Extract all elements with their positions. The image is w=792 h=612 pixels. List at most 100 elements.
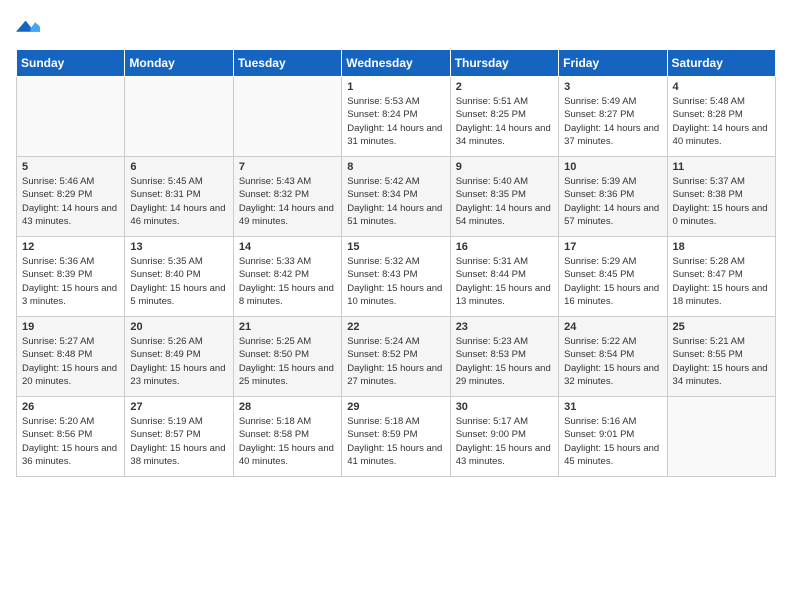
weekday-header-monday: Monday	[125, 50, 233, 77]
day-number: 24	[564, 321, 661, 333]
day-number: 8	[347, 161, 444, 173]
day-info-line: Sunset: 8:56 PM	[22, 428, 119, 441]
day-number: 13	[130, 241, 227, 253]
day-number: 27	[130, 401, 227, 413]
day-number: 5	[22, 161, 119, 173]
calendar-cell: 10Sunrise: 5:39 AMSunset: 8:36 PMDayligh…	[559, 157, 667, 237]
day-info-line: Daylight: 15 hours and 3 minutes.	[22, 282, 119, 309]
day-info-line: Daylight: 14 hours and 37 minutes.	[564, 122, 661, 149]
day-info-line: Daylight: 14 hours and 43 minutes.	[22, 202, 119, 229]
day-info: Sunrise: 5:40 AMSunset: 8:35 PMDaylight:…	[456, 175, 553, 228]
day-number: 31	[564, 401, 661, 413]
logo-icon	[16, 17, 40, 37]
day-info: Sunrise: 5:22 AMSunset: 8:54 PMDaylight:…	[564, 335, 661, 388]
day-info-line: Sunset: 8:38 PM	[673, 188, 770, 201]
page-header	[16, 16, 776, 37]
day-number: 3	[564, 81, 661, 93]
day-info-line: Sunrise: 5:36 AM	[22, 255, 119, 268]
day-info-line: Daylight: 15 hours and 40 minutes.	[239, 442, 336, 469]
day-number: 11	[673, 161, 770, 173]
day-info: Sunrise: 5:27 AMSunset: 8:48 PMDaylight:…	[22, 335, 119, 388]
day-info-line: Sunrise: 5:18 AM	[239, 415, 336, 428]
day-info-line: Sunset: 8:57 PM	[130, 428, 227, 441]
day-number: 22	[347, 321, 444, 333]
calendar-cell: 7Sunrise: 5:43 AMSunset: 8:32 PMDaylight…	[233, 157, 341, 237]
calendar-cell: 19Sunrise: 5:27 AMSunset: 8:48 PMDayligh…	[17, 317, 125, 397]
day-info-line: Sunset: 9:01 PM	[564, 428, 661, 441]
day-info: Sunrise: 5:29 AMSunset: 8:45 PMDaylight:…	[564, 255, 661, 308]
day-info-line: Sunrise: 5:46 AM	[22, 175, 119, 188]
calendar-cell: 27Sunrise: 5:19 AMSunset: 8:57 PMDayligh…	[125, 397, 233, 477]
day-info: Sunrise: 5:18 AMSunset: 8:59 PMDaylight:…	[347, 415, 444, 468]
day-info-line: Sunset: 8:29 PM	[22, 188, 119, 201]
day-info-line: Sunrise: 5:22 AM	[564, 335, 661, 348]
day-info-line: Daylight: 14 hours and 51 minutes.	[347, 202, 444, 229]
day-info-line: Sunset: 8:39 PM	[22, 268, 119, 281]
day-number: 26	[22, 401, 119, 413]
day-info-line: Sunset: 8:58 PM	[239, 428, 336, 441]
day-number: 17	[564, 241, 661, 253]
day-info-line: Sunset: 8:45 PM	[564, 268, 661, 281]
day-info-line: Sunset: 8:32 PM	[239, 188, 336, 201]
calendar-cell: 5 Sunrise: 5:46 AMSunset: 8:29 PMDaylight…	[17, 157, 125, 237]
day-number: 29	[347, 401, 444, 413]
calendar-cell: 3Sunrise: 5:49 AMSunset: 8:27 PMDaylight…	[559, 77, 667, 157]
day-info-line: Daylight: 15 hours and 13 minutes.	[456, 282, 553, 309]
day-info-line: Sunset: 8:44 PM	[456, 268, 553, 281]
day-info-line: Sunset: 8:40 PM	[130, 268, 227, 281]
day-info: Sunrise: 5:32 AMSunset: 8:43 PMDaylight:…	[347, 255, 444, 308]
day-number: 4	[673, 81, 770, 93]
calendar-cell: 22Sunrise: 5:24 AMSunset: 8:52 PMDayligh…	[342, 317, 450, 397]
logo	[16, 16, 44, 37]
day-info: Sunrise: 5:45 AMSunset: 8:31 PMDaylight:…	[130, 175, 227, 228]
day-info-line: Sunset: 8:34 PM	[347, 188, 444, 201]
day-info-line: Daylight: 14 hours and 54 minutes.	[456, 202, 553, 229]
day-info-line: Sunrise: 5:18 AM	[347, 415, 444, 428]
day-number: 28	[239, 401, 336, 413]
day-info: Sunrise: 5:43 AMSunset: 8:32 PMDaylight:…	[239, 175, 336, 228]
day-info-line: Sunrise: 5:48 AM	[673, 95, 770, 108]
calendar-week-row: 5Sunrise: 5:46 AMSunset: 8:29 PMDaylight…	[17, 157, 776, 237]
weekday-header-friday: Friday	[559, 50, 667, 77]
weekday-header-tuesday: Tuesday	[233, 50, 341, 77]
day-info: Sunrise: 5:16 AMSunset: 9:01 PMDaylight:…	[564, 415, 661, 468]
day-info-line: Daylight: 15 hours and 5 minutes.	[130, 282, 227, 309]
day-info: Sunrise: 5:48 AMSunset: 8:28 PMDaylight:…	[673, 95, 770, 148]
day-info-line: Sunrise: 5:39 AM	[564, 175, 661, 188]
day-info-line: Sunrise: 5:17 AM	[456, 415, 553, 428]
day-number: 30	[456, 401, 553, 413]
day-number: 21	[239, 321, 336, 333]
calendar-cell: 16 Sunrise: 5:31 AMSunset: 8:44 PMDayligh…	[450, 237, 558, 317]
day-info: Sunrise: 5:42 AMSunset: 8:34 PMDaylight:…	[347, 175, 444, 228]
day-number: 6	[130, 161, 227, 173]
calendar-cell: 24 Sunrise: 5:22 AMSunset: 8:54 PMDayligh…	[559, 317, 667, 397]
day-info: Sunrise: 5:26 AMSunset: 8:49 PMDaylight:…	[130, 335, 227, 388]
calendar-table: SundayMondayTuesdayWednesdayThursdayFrid…	[16, 49, 776, 477]
day-info-line: Sunset: 8:55 PM	[673, 348, 770, 361]
day-number: 18	[673, 241, 770, 253]
day-info: Sunrise: 5:51 AMSunset: 8:25 PMDaylight:…	[456, 95, 553, 148]
day-info-line: Sunrise: 5:21 AM	[673, 335, 770, 348]
day-info-line: Sunset: 8:52 PM	[347, 348, 444, 361]
day-info: Sunrise: 5:23 AMSunset: 8:53 PMDaylight:…	[456, 335, 553, 388]
calendar-week-row: 19Sunrise: 5:27 AMSunset: 8:48 PMDayligh…	[17, 317, 776, 397]
day-info-line: Sunrise: 5:49 AM	[564, 95, 661, 108]
day-number: 16	[456, 241, 553, 253]
day-info-line: Sunset: 9:00 PM	[456, 428, 553, 441]
day-number: 1	[347, 81, 444, 93]
day-info-line: Sunrise: 5:35 AM	[130, 255, 227, 268]
day-info-line: Sunrise: 5:37 AM	[673, 175, 770, 188]
day-info-line: Daylight: 14 hours and 34 minutes.	[456, 122, 553, 149]
day-number: 2	[456, 81, 553, 93]
day-info-line: Sunset: 8:43 PM	[347, 268, 444, 281]
day-info-line: Sunrise: 5:23 AM	[456, 335, 553, 348]
day-info-line: Sunset: 8:24 PM	[347, 108, 444, 121]
day-info-line: Sunset: 8:36 PM	[564, 188, 661, 201]
day-info-line: Sunrise: 5:43 AM	[239, 175, 336, 188]
day-info-line: Daylight: 15 hours and 23 minutes.	[130, 362, 227, 389]
day-info: Sunrise: 5:31 AMSunset: 8:44 PMDaylight:…	[456, 255, 553, 308]
day-info-line: Sunrise: 5:31 AM	[456, 255, 553, 268]
day-number: 14	[239, 241, 336, 253]
day-info-line: Sunrise: 5:27 AM	[22, 335, 119, 348]
calendar-cell: 20Sunrise: 5:26 AMSunset: 8:49 PMDayligh…	[125, 317, 233, 397]
